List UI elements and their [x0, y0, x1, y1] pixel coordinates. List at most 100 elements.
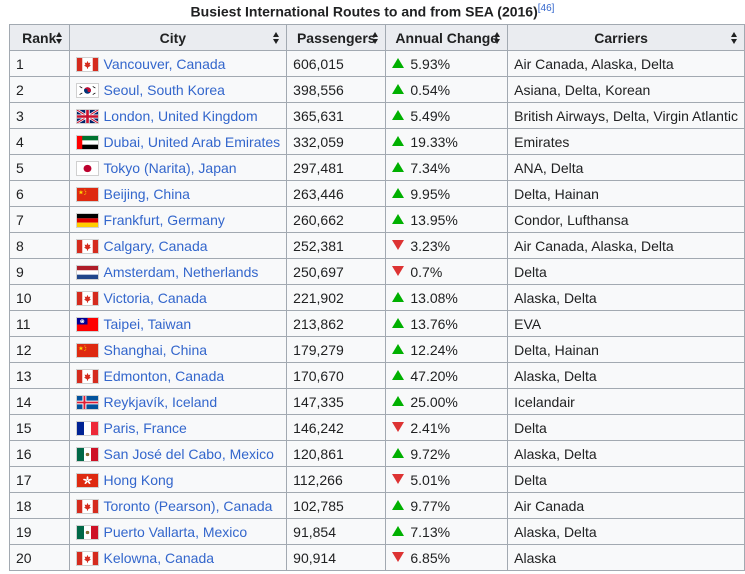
- header-row: Rank City Passengers Annual Change Carri…: [9, 24, 745, 51]
- passengers-cell: 263,446: [286, 180, 387, 207]
- carriers-column-header[interactable]: Carriers: [507, 24, 745, 51]
- decrease-arrow-icon: [392, 265, 405, 276]
- city-link[interactable]: Taipei, Taiwan: [104, 316, 192, 332]
- annual-change-value: 5.01%: [410, 471, 451, 488]
- reference-link[interactable]: [46]: [538, 3, 555, 14]
- annual-change-cell: 9.72%: [385, 440, 509, 467]
- increase-arrow-icon: [392, 213, 405, 224]
- rank-cell: 13: [9, 362, 70, 389]
- annual-change-value: 0.54%: [410, 81, 451, 98]
- city-link[interactable]: Edmonton, Canada: [104, 368, 225, 384]
- annual-change-cell: 13.08%: [385, 284, 509, 311]
- table-row: 9 Amsterdam, Netherlands 250,697 0.7% Delta: [9, 258, 745, 285]
- city-link[interactable]: San José del Cabo, Mexico: [104, 446, 274, 462]
- sort-icon[interactable]: [55, 32, 63, 44]
- city-cell: Hong Kong: [68, 466, 288, 493]
- city-link[interactable]: Hong Kong: [104, 472, 174, 488]
- city-cell: Victoria, Canada: [68, 284, 288, 311]
- passengers-cell: 146,242: [286, 414, 387, 441]
- rank-column-header[interactable]: Rank: [9, 24, 70, 51]
- table-row: 16 San José del Cabo, Mexico 120,861 9.72% A…: [9, 440, 745, 467]
- routes-table: Rank City Passengers Annual Change Carri…: [9, 24, 745, 571]
- annual-change-cell: 13.76%: [385, 310, 509, 337]
- city-link[interactable]: Shanghai, China: [104, 342, 208, 358]
- annual-change-cell: 7.13%: [385, 518, 509, 545]
- sort-icon[interactable]: [372, 32, 379, 44]
- annual-change-value: 13.08%: [410, 289, 458, 306]
- netherlands-flag-icon: [75, 264, 99, 280]
- annual-change-cell: 12.24%: [385, 336, 509, 363]
- decrease-arrow-icon: [392, 421, 405, 432]
- carriers-cell: Alaska, Delta: [507, 362, 745, 389]
- carriers-cell: Alaska, Delta: [507, 518, 745, 545]
- annual-change-cell: 7.34%: [385, 154, 509, 181]
- city-link[interactable]: Victoria, Canada: [104, 290, 207, 306]
- annual-change-value: 3.23%: [410, 237, 451, 254]
- rank-cell: 14: [9, 388, 70, 415]
- carriers-cell: British Airways, Delta, Virgin Atlantic: [507, 102, 745, 129]
- carriers-cell: Air Canada, Alaska, Delta: [507, 232, 745, 259]
- passengers-cell: 606,015: [286, 50, 387, 77]
- passengers-cell: 297,481: [286, 154, 387, 181]
- canada-flag-icon: [75, 498, 99, 514]
- annual-change-cell: 5.93%: [385, 50, 509, 77]
- city-link[interactable]: Calgary, Canada: [104, 238, 208, 254]
- rank-cell: 9: [9, 258, 70, 285]
- increase-arrow-icon: [392, 161, 405, 172]
- annual-change-value: 2.41%: [410, 419, 451, 436]
- annual-change-column-header[interactable]: Annual Change: [385, 24, 509, 51]
- table-row: 8 Calgary, Canada 252,381 3.23% Air Canada, …: [9, 232, 745, 259]
- city-link[interactable]: Frankfurt, Germany: [104, 212, 225, 228]
- city-link[interactable]: Tokyo (Narita), Japan: [104, 160, 237, 176]
- sort-icon[interactable]: [273, 32, 280, 44]
- table-row: 6 Beijing, China 263,446 9.95% Delta, Hainan: [9, 180, 745, 207]
- canada-flag-icon: [75, 368, 99, 384]
- annual-change-value: 25.00%: [410, 393, 458, 410]
- annual-change-value: 19.33%: [410, 133, 458, 150]
- city-link[interactable]: Puerto Vallarta, Mexico: [104, 524, 248, 540]
- city-link[interactable]: Vancouver, Canada: [104, 56, 226, 72]
- sort-icon[interactable]: [731, 32, 738, 44]
- city-link[interactable]: Reykjavík, Iceland: [104, 394, 218, 410]
- city-link[interactable]: Toronto (Pearson), Canada: [104, 498, 273, 514]
- passengers-cell: 120,861: [286, 440, 387, 467]
- rank-cell: 2: [9, 76, 70, 103]
- carriers-cell: Alaska, Delta: [507, 440, 745, 467]
- city-cell: London, United Kingdom: [68, 102, 288, 129]
- annual-change-value: 7.34%: [410, 159, 451, 176]
- city-link[interactable]: Paris, France: [104, 420, 187, 436]
- passengers-cell: 252,381: [286, 232, 387, 259]
- city-cell: Seoul, South Korea: [68, 76, 288, 103]
- annual-change-value: 9.95%: [410, 185, 451, 202]
- table-row: 10 Victoria, Canada 221,902 13.08% Alaska, D…: [9, 284, 745, 311]
- passengers-header-label: Passengers: [296, 29, 376, 46]
- city-link[interactable]: London, United Kingdom: [104, 108, 258, 124]
- increase-arrow-icon: [392, 447, 405, 458]
- rank-cell: 15: [9, 414, 70, 441]
- passengers-cell: 332,059: [286, 128, 387, 155]
- city-link[interactable]: Dubai, United Arab Emirates: [104, 134, 281, 150]
- rank-cell: 1: [9, 50, 70, 77]
- passengers-cell: 365,631: [286, 102, 387, 129]
- annual-change-value: 13.76%: [410, 315, 458, 332]
- passengers-cell: 179,279: [286, 336, 387, 363]
- city-cell: Paris, France: [68, 414, 288, 441]
- city-link[interactable]: Beijing, China: [104, 186, 190, 202]
- city-column-header[interactable]: City: [68, 24, 288, 51]
- passengers-column-header[interactable]: Passengers: [286, 24, 387, 51]
- annual-change-value: 47.20%: [410, 367, 458, 384]
- city-link[interactable]: Kelowna, Canada: [104, 550, 215, 566]
- carriers-cell: Delta: [507, 258, 745, 285]
- sort-icon[interactable]: [494, 32, 501, 44]
- city-cell: Edmonton, Canada: [68, 362, 288, 389]
- city-link[interactable]: Amsterdam, Netherlands: [104, 264, 259, 280]
- uk-flag-icon: [75, 108, 99, 124]
- annual-change-cell: 25.00%: [385, 388, 509, 415]
- carriers-cell: Air Canada, Alaska, Delta: [507, 50, 745, 77]
- city-cell: Frankfurt, Germany: [68, 206, 288, 233]
- table-row: 15 Paris, France 146,242 2.41% Delta: [9, 414, 745, 441]
- city-cell: Vancouver, Canada: [68, 50, 288, 77]
- city-link[interactable]: Seoul, South Korea: [104, 82, 225, 98]
- decrease-arrow-icon: [392, 239, 405, 250]
- passengers-cell: 250,697: [286, 258, 387, 285]
